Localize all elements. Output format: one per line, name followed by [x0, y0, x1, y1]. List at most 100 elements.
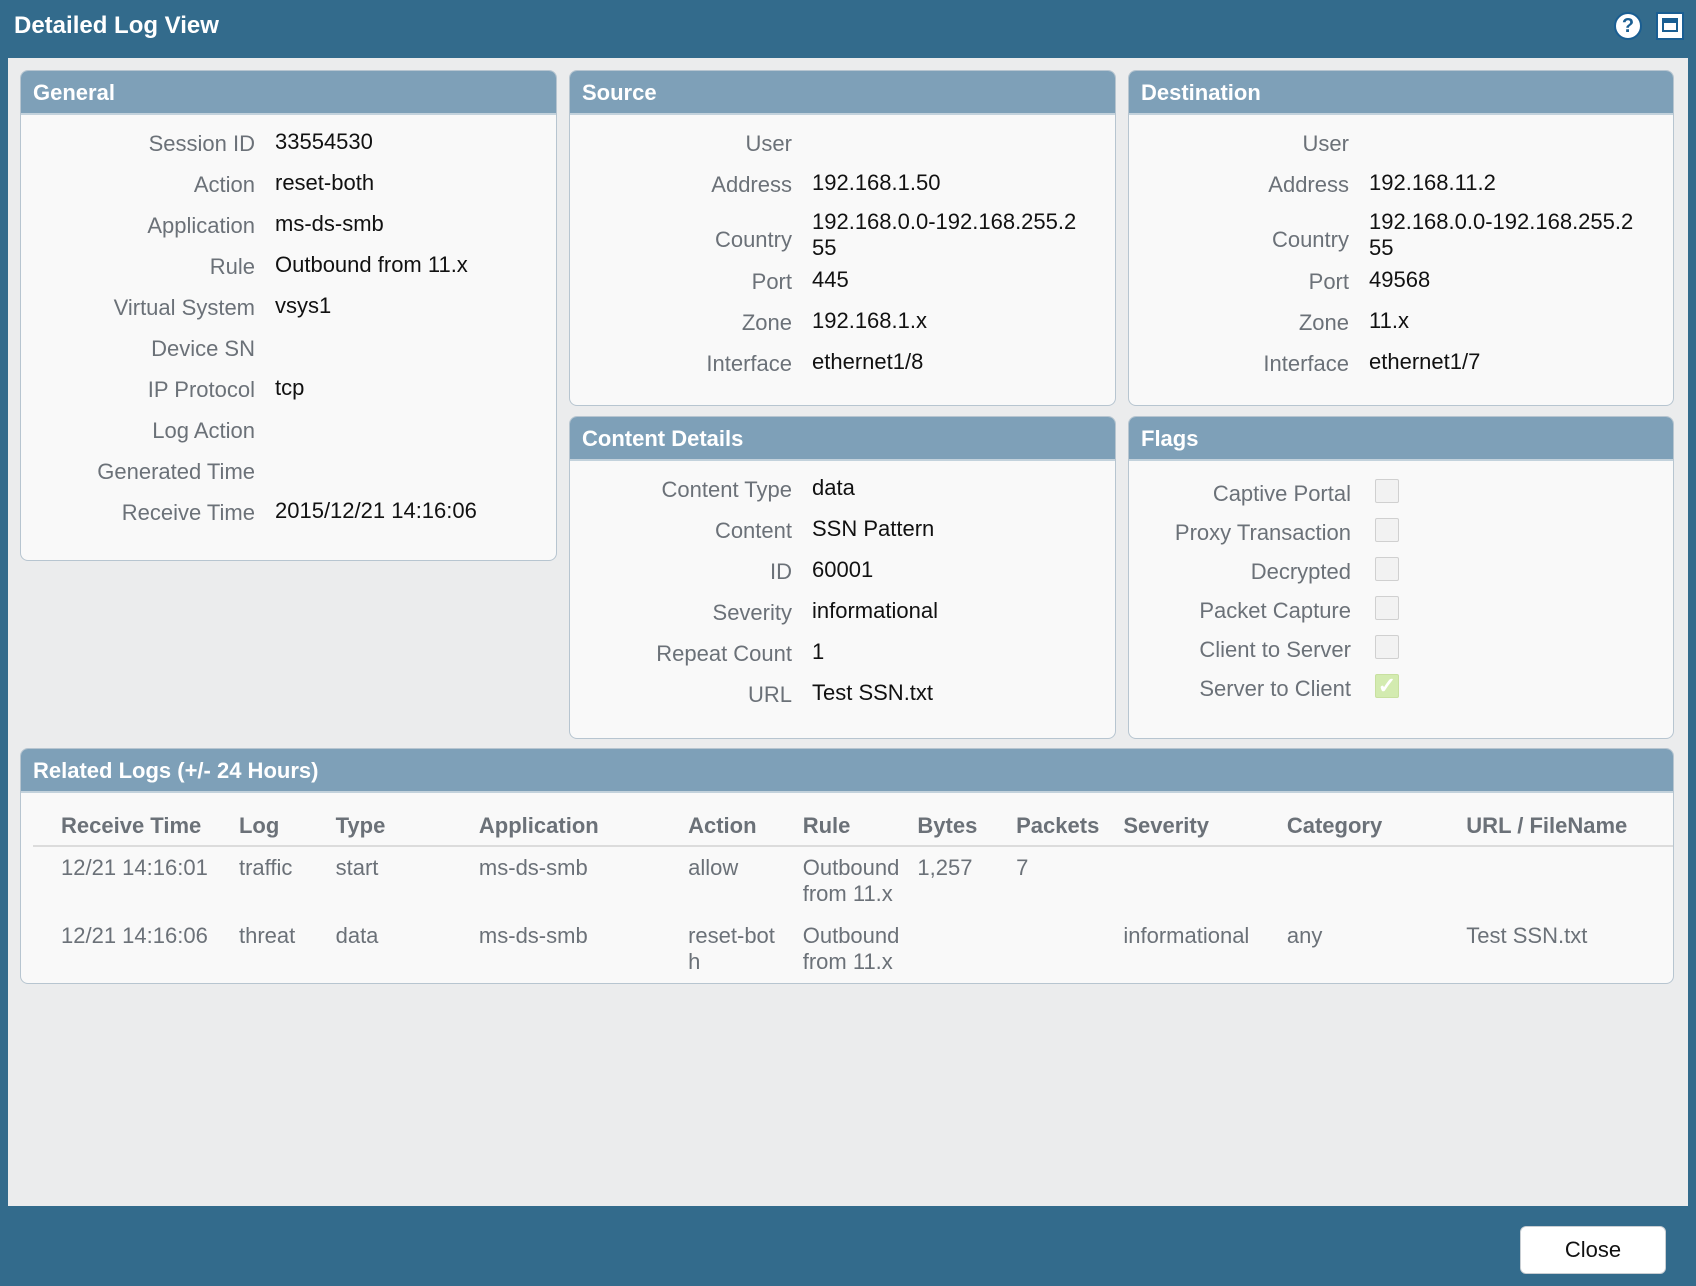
flag-row: Proxy Transaction	[1129, 518, 1673, 560]
destination-value: 11.x	[1369, 308, 1409, 333]
destination-label: Country	[1271, 227, 1349, 252]
column-header-application[interactable]: Application	[478, 807, 689, 847]
column-header-rule[interactable]: Rule	[802, 807, 918, 847]
cell-application: ms-ds-smb	[478, 855, 588, 880]
column-header-bytes[interactable]: Bytes	[917, 807, 1017, 847]
content-details-label: Repeat Count	[656, 641, 792, 666]
general-value: vsys1	[275, 293, 332, 318]
source-label: Port	[751, 269, 792, 294]
content-details-row: Content SSN Pattern	[570, 516, 1115, 559]
table-row[interactable]: 12/21 14:16:06 threat data ms-ds-smb reset-b…	[33, 915, 1673, 983]
column-header-packets[interactable]: Packets	[1016, 807, 1124, 847]
column-header-type[interactable]: Type	[335, 807, 479, 847]
cell-rule: Outbound from 11.x	[802, 855, 900, 906]
general-label: Action	[193, 172, 255, 197]
destination-row: Address 192.168.11.2	[1129, 170, 1673, 213]
maximize-icon[interactable]	[1656, 12, 1684, 40]
column-header-receive-time[interactable]: Receive Time	[33, 807, 239, 847]
cell-severity: informational	[1123, 923, 1250, 948]
flag-row: Server to Client ✓	[1129, 674, 1673, 716]
destination-panel-title: Destination	[1129, 71, 1673, 115]
flag-label: Proxy Transaction	[1174, 520, 1351, 545]
flag-row: Client to Server	[1129, 635, 1673, 677]
source-value: 192.168.0.0-192.168.255.2 55	[812, 209, 1077, 260]
destination-row: User	[1129, 131, 1673, 172]
destination-row: Zone 11.x	[1129, 308, 1673, 351]
content-details-label: ID	[770, 559, 792, 584]
destination-label: Zone	[1298, 310, 1349, 335]
cell-action: allow	[688, 855, 739, 880]
content-details-label: Content Type	[661, 477, 792, 502]
source-label: Address	[711, 172, 792, 197]
general-row: Rule Outbound from 11.x	[21, 252, 556, 295]
column-header-action[interactable]: Action	[688, 807, 803, 847]
related-logs-body: 12/21 14:16:01 traffic start ms-ds-smb allow…	[33, 846, 1673, 983]
cell-receive-time: 12/21 14:16:01	[61, 855, 208, 880]
destination-value: 192.168.0.0-192.168.255.2 55	[1369, 209, 1634, 260]
cell-severity	[1123, 846, 1287, 915]
content-details-value: Test SSN.txt	[812, 680, 934, 705]
close-button[interactable]: Close	[1520, 1226, 1666, 1274]
source-row: Country 192.168.0.0-192.168.255.2 55	[570, 209, 1115, 269]
related-logs-table: Receive Time Log Type Application Action Rule…	[33, 807, 1673, 983]
general-label: Log Action	[152, 418, 255, 443]
general-value: tcp	[275, 375, 305, 400]
general-label: Session ID	[148, 131, 255, 156]
flag-label: Client to Server	[1199, 637, 1351, 662]
content-details-value: SSN Pattern	[812, 516, 935, 541]
related-logs-panel-title: Related Logs (+/- 24 Hours)	[21, 749, 1673, 793]
content-details-panel-title: Content Details	[570, 417, 1115, 461]
column-header-severity[interactable]: Severity	[1123, 807, 1287, 847]
flag-row: Packet Capture	[1129, 596, 1673, 638]
general-label: Application	[147, 213, 255, 238]
column-header-category[interactable]: Category	[1286, 807, 1467, 847]
general-value: 2015/12/21 14:16:06	[275, 498, 477, 523]
general-panel: General Session ID 33554530 Action reset-bo…	[20, 70, 557, 561]
general-label: Receive Time	[121, 500, 255, 525]
flag-checkbox	[1375, 635, 1399, 659]
content-details-row: Severity informational	[570, 598, 1115, 641]
content-details-value: informational	[812, 598, 938, 623]
help-icon[interactable]: ?	[1614, 12, 1642, 40]
cell-type: start	[335, 855, 379, 880]
content-details-row: Content Type data	[570, 475, 1115, 518]
destination-value: 192.168.11.2	[1369, 170, 1496, 195]
cell-receive-time: 12/21 14:16:06	[61, 923, 208, 948]
general-row: IP Protocol tcp	[21, 375, 556, 418]
flag-row: Decrypted	[1129, 557, 1673, 599]
flag-checkbox: ✓	[1375, 674, 1399, 698]
general-label: Rule	[209, 254, 255, 279]
general-value: 33554530	[275, 129, 373, 154]
general-value: reset-both	[275, 170, 375, 195]
destination-label: Interface	[1263, 351, 1349, 376]
general-label: IP Protocol	[147, 377, 255, 402]
destination-value: ethernet1/7	[1369, 349, 1481, 374]
cell-action: reset-bot h	[688, 923, 775, 974]
table-row[interactable]: 12/21 14:16:01 traffic start ms-ds-smb allow…	[33, 846, 1673, 915]
source-label: Zone	[741, 310, 792, 335]
content-details-label: Content	[714, 518, 792, 543]
source-row: Port 445	[570, 267, 1115, 310]
general-row: Virtual System vsys1	[21, 293, 556, 336]
source-panel-title: Source	[570, 71, 1115, 115]
cell-rule: Outbound from 11.x	[802, 923, 900, 974]
cell-category	[1287, 846, 1466, 915]
flags-panel-title: Flags	[1129, 417, 1673, 461]
source-row: Zone 192.168.1.x	[570, 308, 1115, 351]
destination-value: 49568	[1369, 267, 1431, 292]
column-header-url-filename[interactable]: URL / FileName	[1466, 807, 1673, 847]
source-row: Address 192.168.1.50	[570, 170, 1115, 213]
content-details-value: 60001	[812, 557, 874, 582]
general-panel-title: General	[21, 71, 556, 115]
flag-label: Captive Portal	[1212, 481, 1351, 506]
content-details-panel: Content Details Content Type data Content S…	[569, 416, 1116, 739]
general-row: Log Action	[21, 418, 556, 459]
cell-packets: 7	[1016, 855, 1029, 880]
content-details-value: 1	[812, 639, 825, 664]
general-label: Device SN	[151, 336, 255, 361]
flags-panel: Flags Captive Portal Proxy Transaction Dec…	[1128, 416, 1674, 739]
cell-log: traffic	[238, 855, 293, 880]
column-header-log[interactable]: Log	[238, 807, 336, 847]
destination-label: Port	[1308, 269, 1349, 294]
general-row: Receive Time 2015/12/21 14:16:06	[21, 498, 556, 541]
